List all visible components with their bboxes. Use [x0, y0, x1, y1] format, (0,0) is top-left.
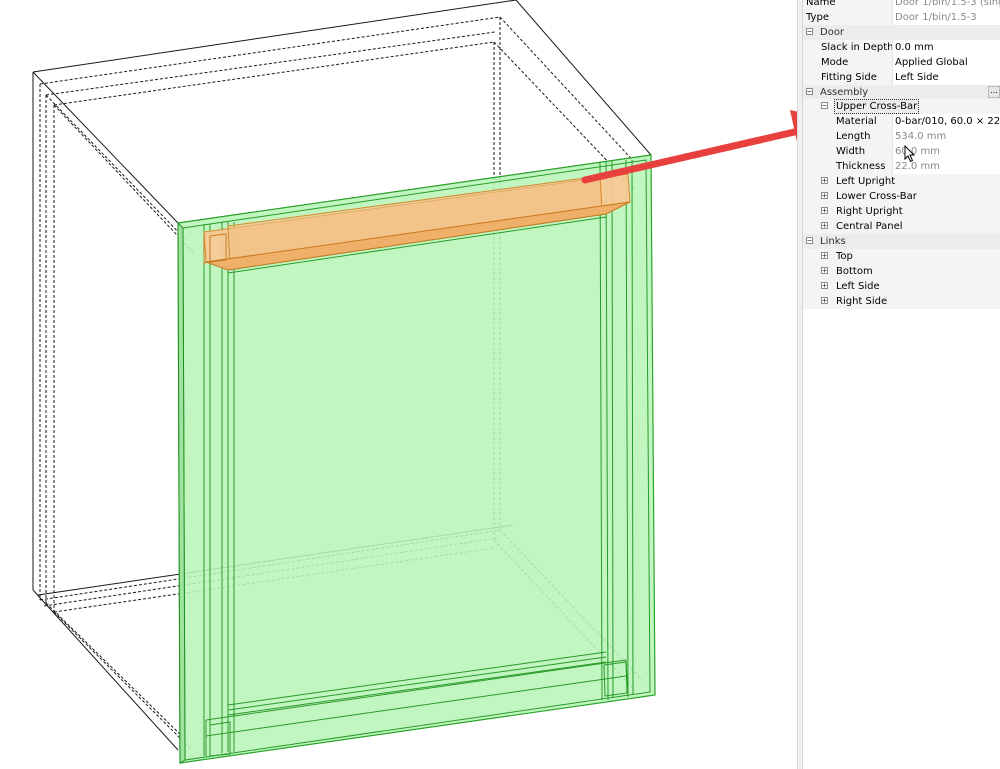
subcategory-label: Right Side — [836, 296, 888, 307]
prop-key: Length — [836, 131, 871, 142]
prop-key: Name — [806, 0, 836, 8]
subcategory-label: Top — [836, 251, 853, 262]
prop-value[interactable]: Left Side — [892, 70, 1000, 85]
prop-value[interactable]: 534.0 mm — [892, 129, 1000, 144]
category-links[interactable]: − Links — [803, 234, 1000, 249]
collapse-icon[interactable]: − — [821, 102, 828, 110]
prop-row-type[interactable]: Type Door 1/bin/1.5-3 — [803, 10, 1000, 25]
subcategory-right-side[interactable]: + Right Side — [803, 294, 1000, 309]
prop-row-width[interactable]: Width 60.0 mm — [803, 144, 1000, 159]
subcategory-label: Central Panel — [836, 221, 903, 232]
prop-row-mode[interactable]: Mode Applied Global — [803, 55, 1000, 70]
prop-row-slack[interactable]: Slack in Depth 0.0 mm — [803, 40, 1000, 55]
subcategory-lower-cross-bar[interactable]: + Lower Cross-Bar — [803, 189, 1000, 204]
prop-row-length[interactable]: Length 534.0 mm — [803, 129, 1000, 144]
expand-icon[interactable]: + — [821, 192, 828, 200]
prop-key: Slack in Depth — [821, 42, 894, 53]
prop-value[interactable]: Door 1/bin/1.5-3 — [892, 10, 1000, 25]
prop-key: Mode — [821, 57, 849, 68]
category-door[interactable]: − Door — [803, 25, 1000, 40]
prop-key: Fitting Side — [821, 72, 877, 83]
prop-row-fitting[interactable]: Fitting Side Left Side — [803, 70, 1000, 85]
prop-key: Type — [806, 12, 829, 23]
expand-icon[interactable]: + — [821, 207, 828, 215]
category-assembly[interactable]: − Assembly ... — [803, 85, 1000, 100]
cabinet-drawing — [32, 0, 797, 764]
subcategory-bottom[interactable]: + Bottom — [803, 264, 1000, 279]
subcategory-top[interactable]: + Top — [803, 249, 1000, 264]
subcategory-label: Bottom — [836, 266, 873, 277]
ellipsis-button[interactable]: ... — [988, 86, 1000, 98]
subcategory-label: Right Upright — [836, 206, 903, 217]
prop-value[interactable]: Door 1/bin/1.5-3 (sing... — [892, 0, 1000, 10]
collapse-icon[interactable]: − — [806, 28, 813, 36]
prop-key: Thickness — [836, 161, 886, 172]
3d-viewport[interactable] — [0, 0, 797, 769]
category-label: Links — [820, 236, 846, 247]
prop-value[interactable]: Applied Global — [892, 55, 1000, 70]
subcategory-label: Upper Cross-Bar — [834, 99, 920, 114]
collapse-icon[interactable]: − — [806, 237, 813, 245]
annotation-arrow — [581, 110, 797, 184]
prop-key: Width — [836, 146, 866, 157]
prop-row-material[interactable]: Material 0-bar/010, 60.0 × 22.0 — [803, 114, 1000, 129]
prop-row-thickness[interactable]: Thickness 22.0 mm — [803, 159, 1000, 174]
prop-value[interactable]: 0-bar/010, 60.0 × 22.0 — [892, 114, 1000, 129]
subcategory-label: Left Side — [836, 281, 880, 292]
subcategory-label: Left Upright — [836, 176, 896, 187]
expand-icon[interactable]: + — [821, 252, 828, 260]
prop-key: Material — [836, 116, 877, 127]
expand-icon[interactable]: + — [821, 177, 828, 185]
subcategory-left-upright[interactable]: + Left Upright — [803, 174, 1000, 189]
category-label: Door — [820, 27, 845, 38]
subcategory-upper-cross-bar[interactable]: − Upper Cross-Bar — [803, 99, 1000, 114]
subcategory-label: Lower Cross-Bar — [836, 191, 917, 202]
properties-panel: Name Door 1/bin/1.5-3 (sing... Type Door… — [803, 0, 1000, 769]
prop-value[interactable]: 0.0 mm — [892, 40, 1000, 55]
expand-icon[interactable]: + — [821, 222, 828, 230]
collapse-icon[interactable]: − — [806, 88, 813, 96]
expand-icon[interactable]: + — [821, 267, 828, 275]
subcategory-central-panel[interactable]: + Central Panel — [803, 219, 1000, 234]
expand-icon[interactable]: + — [821, 282, 828, 290]
category-label: Assembly — [820, 87, 869, 98]
prop-row-name[interactable]: Name Door 1/bin/1.5-3 (sing... — [803, 0, 1000, 10]
subcategory-left-side[interactable]: + Left Side — [803, 279, 1000, 294]
expand-icon[interactable]: + — [821, 297, 828, 305]
subcategory-right-upright[interactable]: + Right Upright — [803, 204, 1000, 219]
mouse-pointer-icon — [904, 145, 916, 163]
